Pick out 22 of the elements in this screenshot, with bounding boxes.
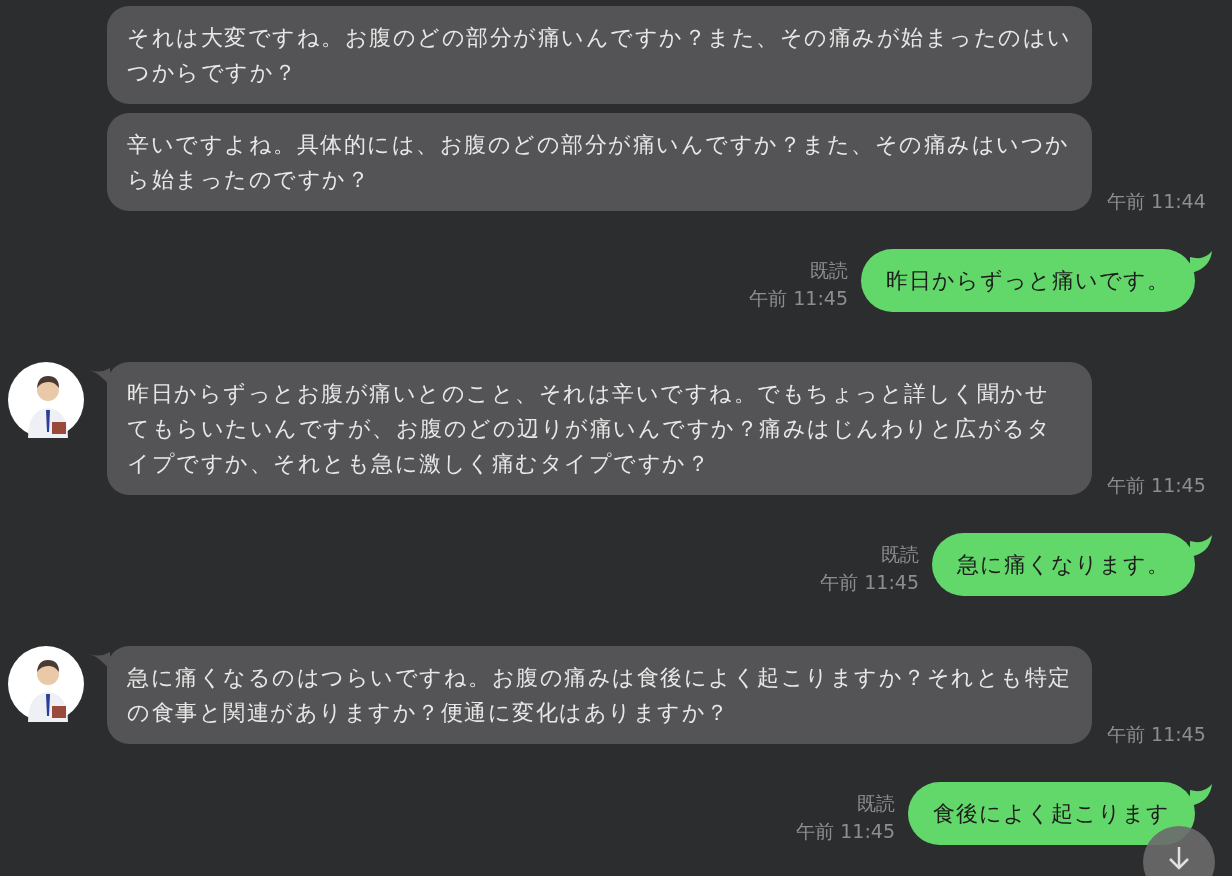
message-bubble: 辛いですよね。具体的には、お腹のどの部分が痛いんですか？また、その痛みはいつから始まったのですか？	[107, 113, 1092, 211]
message-time: 午前 11:45	[796, 819, 895, 844]
message-bubble: それは大変ですね。お腹のどの部分が痛いんですか？また、その痛みが始まったのはいつからですか？	[107, 6, 1092, 104]
message-bubble: 急に痛くなります。	[932, 533, 1195, 596]
message-bubble: 急に痛くなるのはつらいですね。お腹の痛みは食後によく起こりますか？それとも特定の食事と関連がありますか？便通に変化はありますか？	[107, 646, 1092, 744]
arrow-down-icon	[1168, 846, 1190, 870]
bubble-tail-icon	[1190, 535, 1212, 557]
message-time: 午前 11:44	[1107, 188, 1206, 214]
bubble-tail-icon	[90, 652, 110, 670]
message-time: 午前 11:45	[1107, 721, 1206, 747]
bubble-tail-icon	[1190, 251, 1212, 273]
read-receipt: 既読	[881, 542, 919, 567]
message-bubble: 食後によく起こります	[908, 782, 1195, 845]
read-receipt: 既読	[810, 258, 848, 283]
message-time: 午前 11:45	[749, 286, 848, 311]
message-time: 午前 11:45	[820, 570, 919, 595]
message-time: 午前 11:45	[1107, 472, 1206, 498]
bubble-tail-icon	[1190, 784, 1212, 806]
message-bubble: 昨日からずっと痛いです。	[861, 249, 1195, 312]
read-receipt: 既読	[857, 791, 895, 816]
bubble-tail-icon	[90, 368, 110, 386]
message-bubble: 昨日からずっとお腹が痛いとのこと、それは辛いですね。でもちょっと詳しく聞かせてもらいたいんですが、お腹のどの辺りが痛いんですか？痛みはじんわりと広がるタイプですか、それとも急に激しく痛むタイプですか？	[107, 362, 1092, 495]
